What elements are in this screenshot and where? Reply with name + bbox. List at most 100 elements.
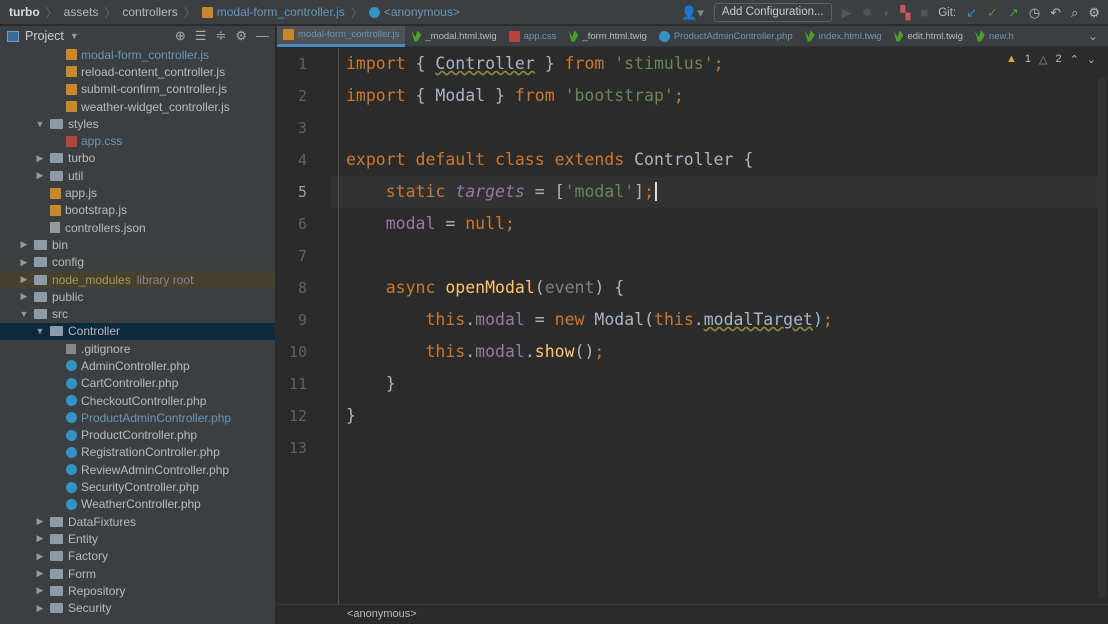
tab--modal-html-twig[interactable]: _modal.html.twig	[405, 26, 502, 47]
tree-item[interactable]: SecurityController.php	[0, 478, 275, 495]
warning-icon: ▲	[1005, 53, 1017, 65]
tree-item[interactable]: ReviewAdminController.php	[0, 461, 275, 478]
chevron-down-icon[interactable]: ▼	[34, 119, 46, 129]
tree-item[interactable]: reload-content_controller.js	[0, 63, 275, 80]
breadcrumb-file[interactable]: modal-form_controller.js	[217, 5, 345, 19]
weak-warning-count: 2	[1055, 53, 1062, 65]
tree-item[interactable]: ProductController.php	[0, 427, 275, 444]
tree-item[interactable]: ▶ turbo	[0, 150, 275, 167]
tree-item-label: .gitignore	[81, 341, 131, 356]
git-push-icon[interactable]: ↗	[1008, 5, 1019, 21]
chevron-right-icon[interactable]: ▶	[34, 533, 46, 544]
tree-item[interactable]: weather-widget_controller.js	[0, 98, 275, 115]
git-commit-icon[interactable]: ✓	[987, 5, 998, 21]
tree-item[interactable]: ▼ styles	[0, 115, 275, 132]
breadcrumb-controllers[interactable]: controllers	[122, 5, 177, 19]
js-file-icon	[283, 29, 294, 40]
scrollbar[interactable]	[1098, 78, 1106, 598]
tree-item[interactable]: app.js	[0, 184, 275, 201]
chevron-down-icon[interactable]: ⌄	[1087, 53, 1096, 66]
chevron-right-icon[interactable]: ▶	[34, 516, 46, 527]
tree-item[interactable]: CheckoutController.php	[0, 392, 275, 409]
expand-all-icon[interactable]: ☰	[195, 28, 207, 44]
chevron-down-icon[interactable]: ▼	[70, 31, 79, 41]
tree-item-label: Security	[68, 601, 112, 616]
collapse-all-icon[interactable]: ≑	[215, 28, 226, 44]
chevron-right-icon[interactable]: ▶	[18, 239, 30, 250]
debug-icon[interactable]: ✹	[862, 5, 873, 21]
tree-item[interactable]: bootstrap.js	[0, 202, 275, 219]
tree-item[interactable]: ▶ bin	[0, 236, 275, 253]
breadcrumb-assets[interactable]: assets	[64, 5, 99, 19]
chevron-down-icon[interactable]: ▼	[34, 326, 46, 336]
breadcrumb-project[interactable]: turbo	[9, 5, 40, 19]
settings-icon[interactable]: ⚙	[1088, 5, 1100, 21]
tree-item-label: WeatherController.php	[81, 497, 201, 512]
tree-item-label: bootstrap.js	[65, 203, 128, 218]
context-label[interactable]: <anonymous>	[347, 608, 417, 620]
chevron-right-icon[interactable]: ▶	[18, 274, 30, 285]
tree-item[interactable]: .gitignore	[0, 340, 275, 357]
tree-item[interactable]: ▼ src	[0, 305, 275, 322]
chevron-down-icon[interactable]: ▼	[18, 309, 30, 319]
chevron-right-icon[interactable]: ▶	[18, 291, 30, 302]
profile-icon[interactable]: ▚	[900, 5, 910, 21]
tree-item[interactable]: ▶ public	[0, 288, 275, 305]
chevron-up-icon[interactable]: ⌃	[1070, 53, 1079, 66]
stop-icon[interactable]: ■	[920, 5, 928, 20]
tree-item[interactable]: ▼ Controller	[0, 322, 275, 341]
breadcrumb-symbol[interactable]: <anonymous>	[384, 5, 460, 19]
rollback-icon[interactable]: ↶	[1050, 5, 1061, 21]
tree-item[interactable]: modal-form_controller.js	[0, 46, 275, 63]
tree-item[interactable]: RegistrationController.php	[0, 444, 275, 461]
js-file-icon	[66, 49, 77, 61]
chevron-right-icon[interactable]: ▶	[34, 153, 46, 164]
tree-item[interactable]: ProductAdminController.php	[0, 409, 275, 426]
history-icon[interactable]: ◷	[1029, 5, 1040, 21]
inspection-widget[interactable]: ▲ 1 △ 2 ⌃ ⌄	[1006, 53, 1096, 66]
tree-item[interactable]: WeatherController.php	[0, 496, 275, 513]
css-file-icon	[66, 135, 77, 147]
tree-item[interactable]: ▶ Factory	[0, 548, 275, 565]
tree-item-label: SecurityController.php	[81, 480, 200, 495]
chevron-right-icon[interactable]: ▶	[34, 603, 46, 614]
tab-edit-html-twig[interactable]: edit.html.twig	[887, 26, 968, 47]
add-configuration-button[interactable]: Add Configuration...	[713, 3, 832, 22]
chevron-right-icon[interactable]: ▶	[34, 551, 46, 562]
gear-icon[interactable]: ⚙	[235, 28, 247, 44]
tab--form-html-twig[interactable]: _form.html.twig	[562, 26, 652, 47]
tree-item[interactable]: app.css	[0, 132, 275, 149]
tab-app-css[interactable]: app.css	[503, 26, 563, 47]
tree-item[interactable]: ▶ config	[0, 254, 275, 271]
chevron-right-icon[interactable]: ▶	[34, 568, 46, 579]
coverage-icon[interactable]: ◗	[882, 5, 890, 20]
chevron-right-icon[interactable]: ▶	[34, 585, 46, 596]
tab-index-html-twig[interactable]: index.html.twig	[799, 26, 888, 47]
js-file-icon	[66, 66, 77, 78]
tree-item[interactable]: submit-confirm_controller.js	[0, 81, 275, 98]
chevron-right-icon[interactable]: ▶	[34, 170, 46, 181]
hide-icon[interactable]: —	[256, 28, 269, 44]
tree-item[interactable]: ▶ Repository	[0, 582, 275, 599]
tree-item[interactable]: AdminController.php	[0, 357, 275, 374]
tabs-overflow-icon[interactable]: ⌄	[1088, 29, 1098, 43]
tab-productadmincontroller-php[interactable]: ProductAdminController.php	[653, 26, 799, 47]
tree-item[interactable]: ▶ DataFixtures	[0, 513, 275, 530]
tree-item[interactable]: controllers.json	[0, 219, 275, 236]
chevron-right-icon[interactable]: ▶	[18, 257, 30, 268]
tree-item[interactable]: ▶ Form	[0, 565, 275, 582]
git-update-icon[interactable]: ↙	[966, 5, 977, 21]
tab-modal-form-controller-js[interactable]: modal-form_controller.js	[277, 25, 406, 47]
line-number: 1	[297, 55, 307, 73]
tree-item[interactable]: ▶ node_modules library root	[0, 270, 275, 289]
tab-new-h[interactable]: new.h	[969, 26, 1020, 47]
tree-item[interactable]: CartController.php	[0, 375, 275, 392]
code-editor[interactable]: 1 2 3 4 5 6 7 8 9 10 11 12 13 import { Controller } …	[277, 48, 1108, 604]
tree-item[interactable]: ▶ Entity	[0, 530, 275, 547]
locate-icon[interactable]: ⊕	[175, 28, 186, 44]
run-icon[interactable]: ▶	[842, 5, 852, 21]
user-icon[interactable]: 👤▾	[681, 5, 704, 21]
tree-item[interactable]: ▶ Security	[0, 600, 275, 617]
tree-item[interactable]: ▶ util	[0, 167, 275, 184]
search-icon[interactable]: ⌕	[1071, 5, 1078, 21]
